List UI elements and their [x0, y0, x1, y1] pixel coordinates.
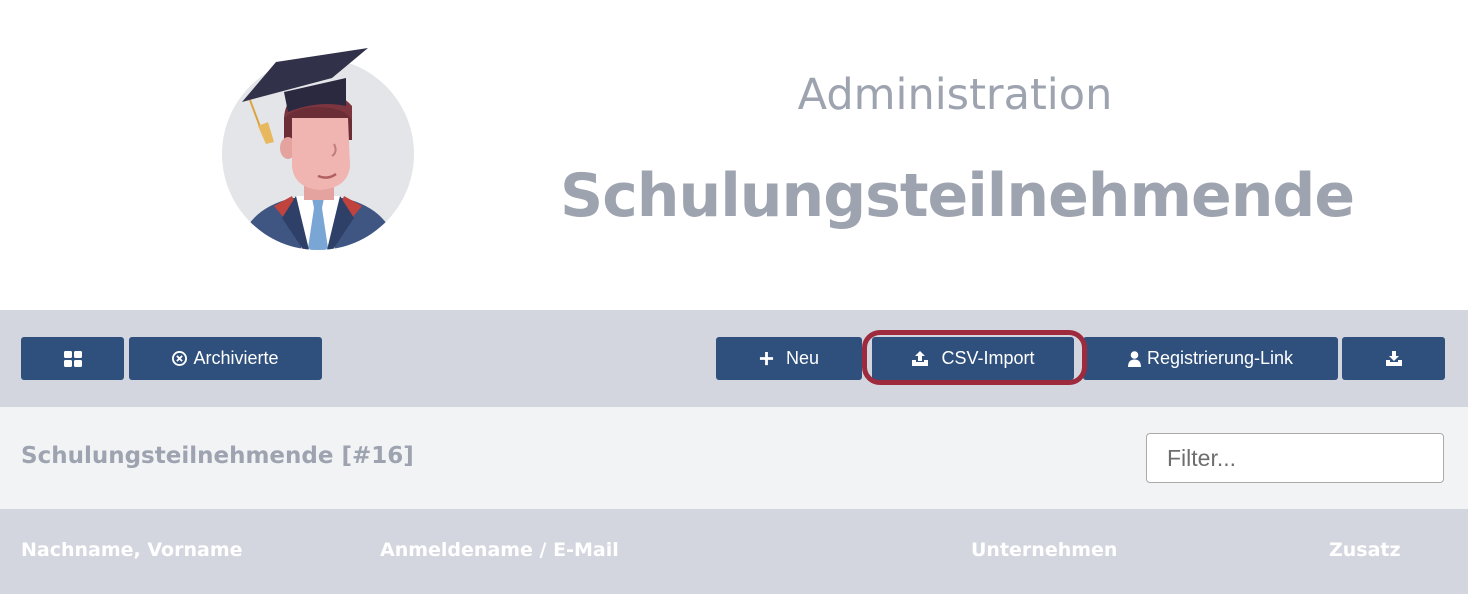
download-icon [1385, 351, 1402, 366]
list-title: Schulungsteilnehmende [#16] [21, 443, 414, 469]
download-button[interactable] [1342, 337, 1445, 380]
column-header-name[interactable]: Nachname, Vorname [21, 539, 243, 561]
circle-x-icon [172, 351, 188, 366]
grid-view-button[interactable] [21, 337, 124, 380]
toolbar: Archivierte Neu CSV-Import Registrierung… [0, 310, 1468, 407]
grid-icon [63, 350, 82, 367]
page-title: Schulungsteilnehmende [560, 161, 1355, 231]
page-subtitle: Administration [797, 70, 1113, 120]
list-header: Schulungsteilnehmende [#16] [0, 407, 1468, 509]
new-button-label: Neu [785, 348, 820, 368]
registration-link-button-label: Registrierung-Link [1146, 348, 1294, 368]
column-header-extra[interactable]: Zusatz [1329, 539, 1401, 561]
new-button[interactable]: Neu [716, 337, 862, 380]
csv-import-button[interactable]: CSV-Import [872, 337, 1074, 380]
graduate-avatar-icon [222, 48, 414, 250]
archived-button[interactable]: Archivierte [129, 337, 322, 380]
page-header: Administration Schulungsteilnehmende [0, 0, 1468, 310]
plus-icon [759, 351, 774, 366]
column-header-company[interactable]: Unternehmen [971, 539, 1117, 561]
csv-import-button-label: CSV-Import [941, 348, 1035, 368]
column-header-login-email[interactable]: Anmeldename / E-Mail [380, 539, 619, 561]
upload-icon [912, 351, 929, 366]
archived-button-label: Archivierte [193, 348, 279, 368]
user-icon [1127, 350, 1141, 367]
table-header: Nachname, Vorname Anmeldename / E-Mail U… [0, 509, 1468, 594]
registration-link-button[interactable]: Registrierung-Link [1083, 337, 1338, 380]
filter-input[interactable] [1146, 433, 1444, 483]
